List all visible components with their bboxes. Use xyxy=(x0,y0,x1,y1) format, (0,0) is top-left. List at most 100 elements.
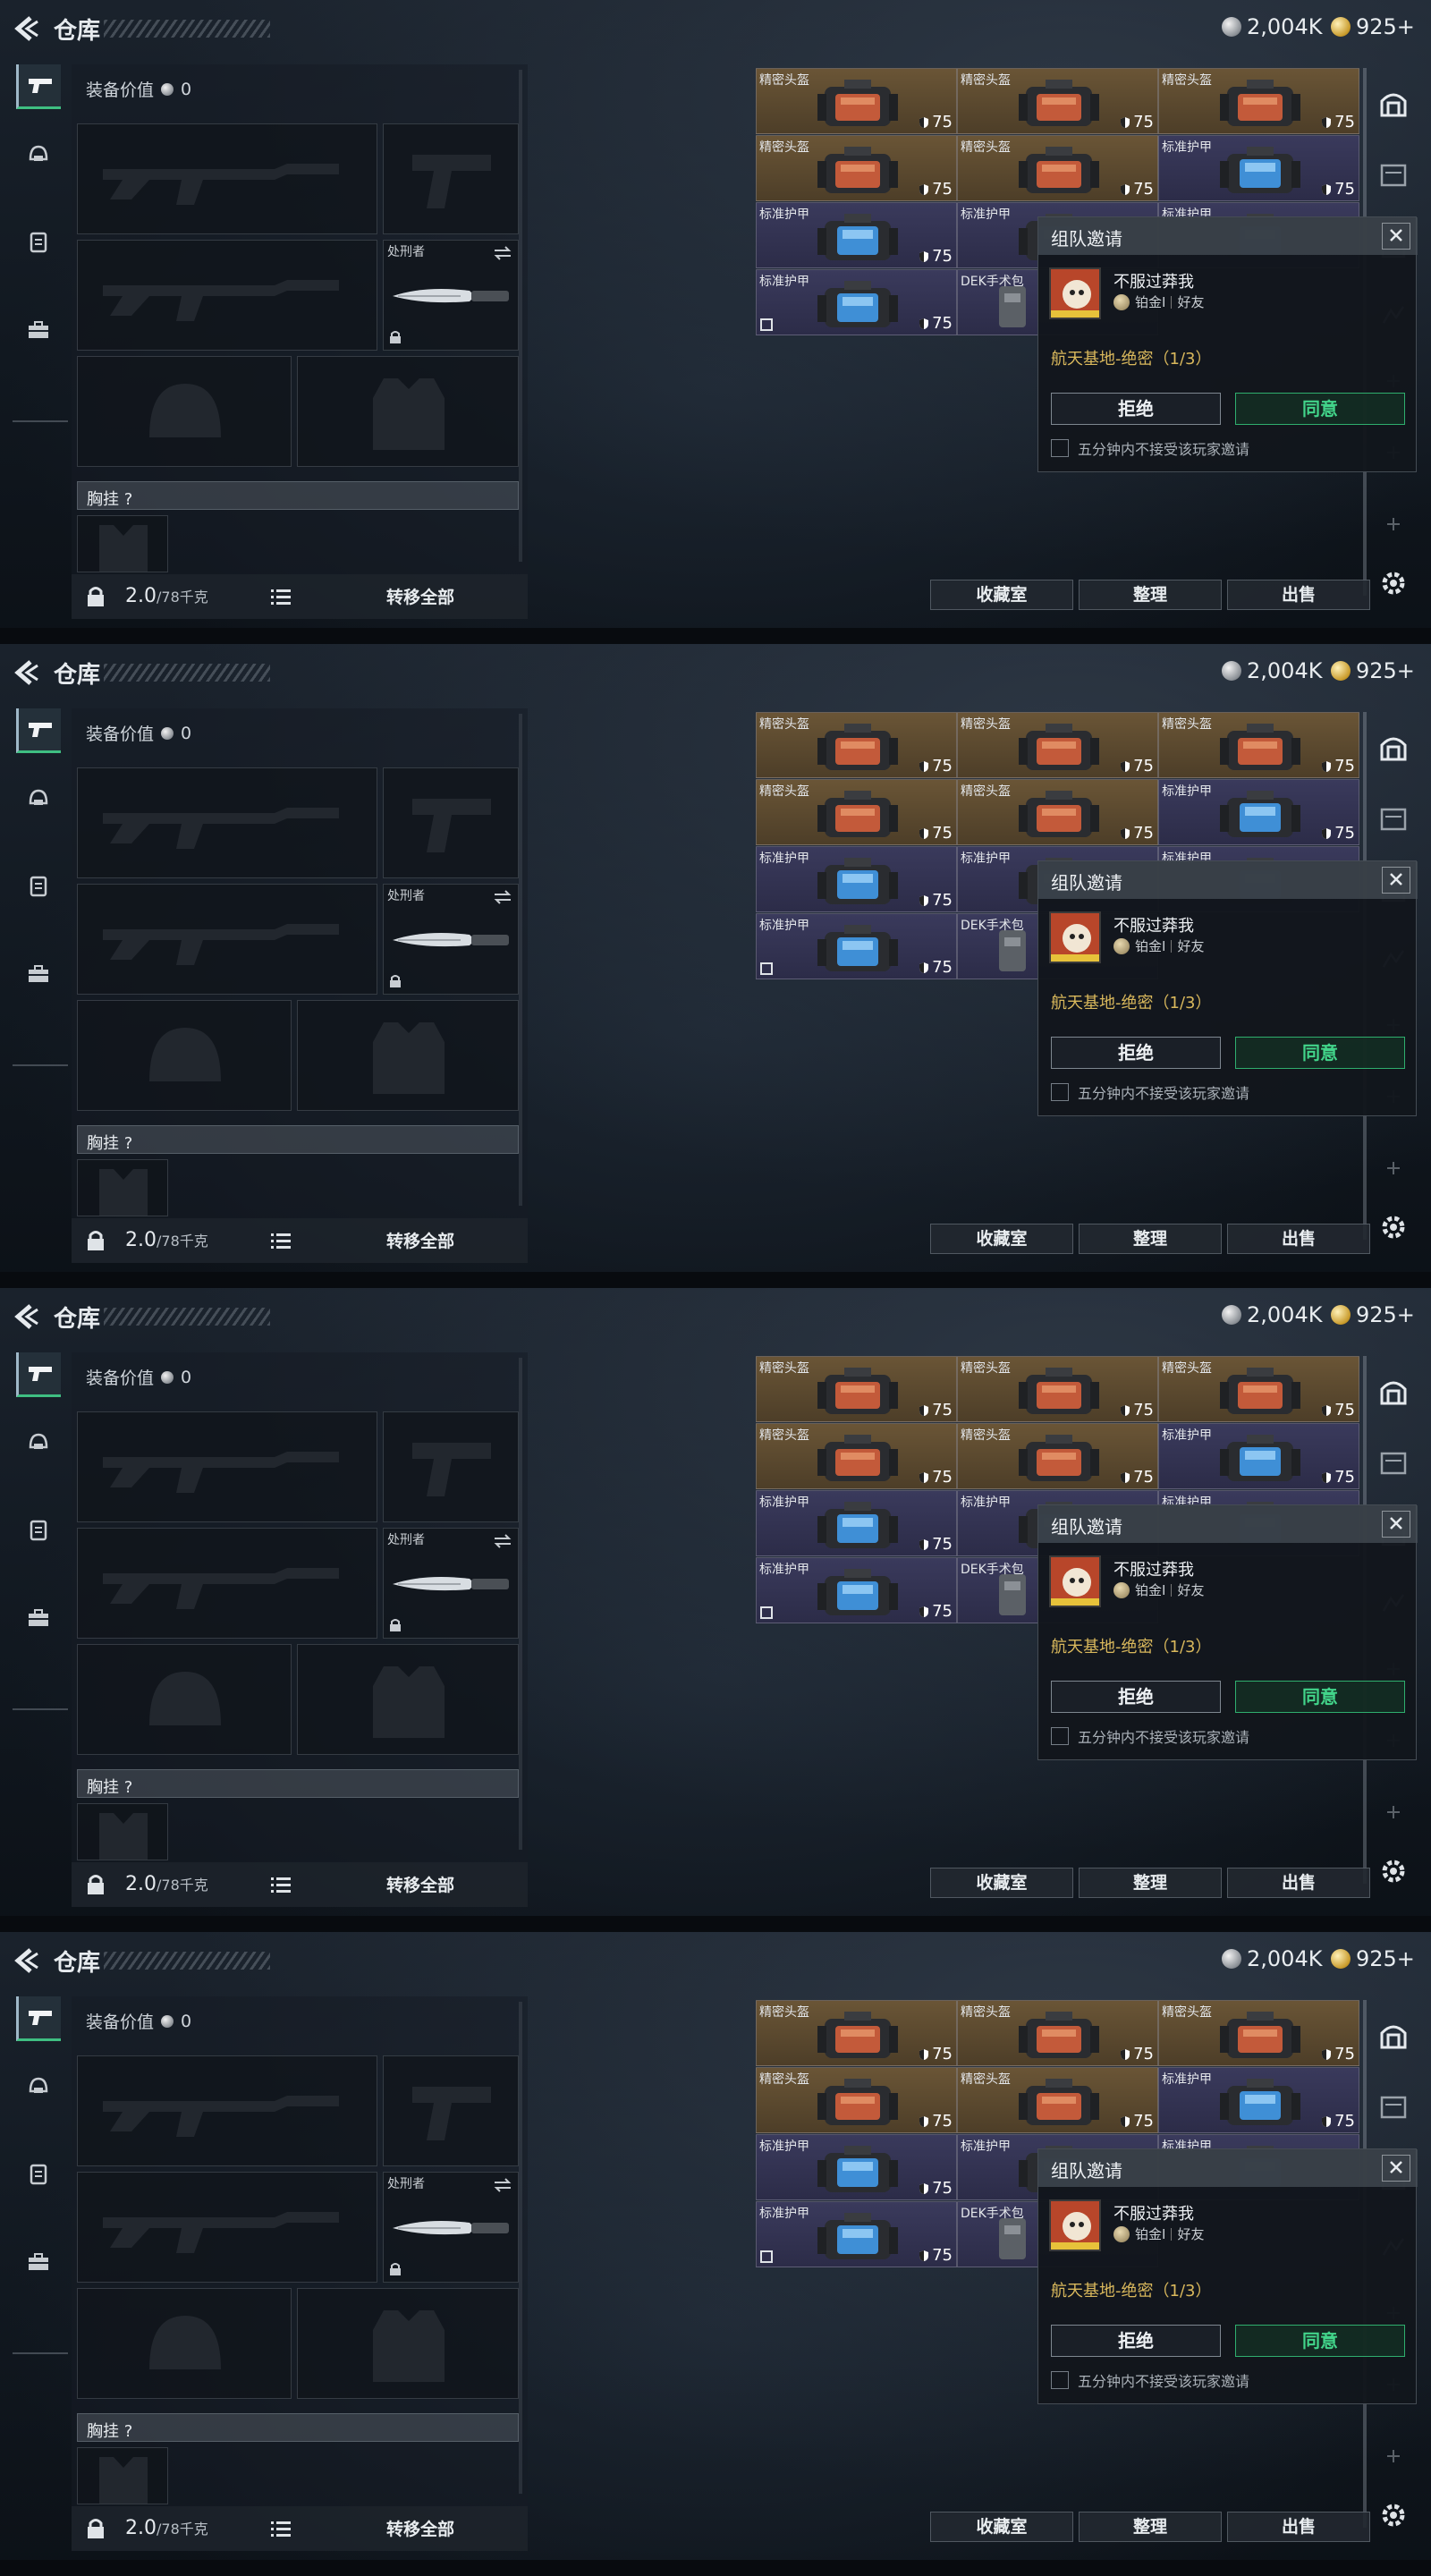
gold-currency[interactable]: 925+ xyxy=(1331,1302,1415,1327)
accept-button[interactable]: 同意 xyxy=(1235,393,1405,425)
melee-slot[interactable]: 处刑者 xyxy=(383,240,519,351)
sell-button[interactable]: 出售 xyxy=(1227,1868,1370,1898)
storage-item[interactable]: 精密头盔 75 xyxy=(1158,1356,1359,1422)
storage-item[interactable]: 精密头盔 75 xyxy=(957,1423,1158,1489)
storage-item[interactable]: 精密头盔 75 xyxy=(756,2067,957,2133)
reject-button[interactable]: 拒绝 xyxy=(1051,2325,1221,2357)
storage-item[interactable]: 标准护甲 75 xyxy=(1158,2067,1359,2133)
collection-button[interactable]: 收藏室 xyxy=(930,1868,1073,1898)
tab-armor[interactable] xyxy=(16,220,61,265)
swap-icon[interactable] xyxy=(493,1534,512,1548)
reject-button[interactable]: 拒绝 xyxy=(1051,1037,1221,1069)
tab-armor[interactable] xyxy=(16,864,61,909)
melee-slot[interactable]: 处刑者 xyxy=(383,2172,519,2283)
tab-armor[interactable] xyxy=(16,2152,61,2197)
storage-tab-7[interactable] xyxy=(1376,2438,1411,2474)
storage-item[interactable]: 精密头盔 75 xyxy=(1158,712,1359,778)
mute-checkbox[interactable] xyxy=(1051,1083,1069,1101)
chest-rig-slot[interactable] xyxy=(77,1159,168,1216)
gold-currency[interactable]: 925+ xyxy=(1331,658,1415,683)
tab-armor[interactable] xyxy=(16,1508,61,1553)
transfer-all-button[interactable]: 转移全部 xyxy=(322,2515,519,2544)
gear-icon[interactable] xyxy=(1377,1855,1410,1887)
helmet-slot[interactable] xyxy=(77,1644,292,1755)
gear-icon[interactable] xyxy=(1377,1211,1410,1243)
sidearm-slot[interactable] xyxy=(383,2055,519,2166)
sell-button[interactable]: 出售 xyxy=(1227,580,1370,610)
sidearm-slot[interactable] xyxy=(383,1411,519,1522)
tab-backpack[interactable] xyxy=(16,308,61,352)
gear-icon[interactable] xyxy=(1377,2499,1410,2531)
mute-invites-option[interactable]: 五分钟内不接受该玩家邀请 xyxy=(1051,1081,1249,1103)
tab-helmet[interactable] xyxy=(16,132,61,177)
tab-weapons[interactable] xyxy=(16,708,61,753)
storage-item[interactable]: 精密头盔 75 xyxy=(957,68,1158,134)
list-icon[interactable] xyxy=(270,2519,292,2538)
storage-tab-2[interactable] xyxy=(1376,801,1411,837)
storage-tab-2[interactable] xyxy=(1376,2089,1411,2125)
storage-item[interactable]: 标准护甲 75 xyxy=(756,1557,957,1623)
silver-currency[interactable]: 2,004K xyxy=(1222,1946,1322,1971)
avatar[interactable] xyxy=(1049,267,1101,319)
storage-tab-7[interactable] xyxy=(1376,1150,1411,1186)
sort-button[interactable]: 整理 xyxy=(1079,580,1222,610)
chest-rig-slot[interactable] xyxy=(77,2447,168,2504)
storage-item[interactable]: 精密头盔 75 xyxy=(756,2000,957,2066)
helmet-slot[interactable] xyxy=(77,356,292,467)
storage-item[interactable]: 标准护甲 75 xyxy=(756,2134,957,2200)
collection-button[interactable]: 收藏室 xyxy=(930,580,1073,610)
melee-slot[interactable]: 处刑者 xyxy=(383,884,519,995)
helmet-slot[interactable] xyxy=(77,2288,292,2399)
mute-checkbox[interactable] xyxy=(1051,439,1069,457)
tab-weapons[interactable] xyxy=(16,64,61,109)
primary-weapon-slot[interactable] xyxy=(77,1411,377,1522)
silver-currency[interactable]: 2,004K xyxy=(1222,14,1322,39)
mute-checkbox[interactable] xyxy=(1051,2371,1069,2389)
storage-item[interactable]: 精密头盔 75 xyxy=(756,1356,957,1422)
gold-currency[interactable]: 925+ xyxy=(1331,14,1415,39)
storage-item[interactable]: 精密头盔 75 xyxy=(957,712,1158,778)
armor-slot[interactable] xyxy=(297,1644,519,1755)
tab-weapons[interactable] xyxy=(16,1996,61,2041)
collection-button[interactable]: 收藏室 xyxy=(930,1224,1073,1254)
storage-item[interactable]: 标准护甲 75 xyxy=(756,846,957,912)
storage-tab-vault[interactable] xyxy=(1376,2018,1411,2054)
chest-rig-slot[interactable] xyxy=(77,515,168,572)
silver-currency[interactable]: 2,004K xyxy=(1222,1302,1322,1327)
storage-tab-7[interactable] xyxy=(1376,1794,1411,1830)
storage-item[interactable]: 精密头盔 75 xyxy=(756,68,957,134)
sort-button[interactable]: 整理 xyxy=(1079,2512,1222,2542)
sort-button[interactable]: 整理 xyxy=(1079,1224,1222,1254)
secondary-weapon-slot[interactable] xyxy=(77,2172,377,2283)
list-icon[interactable] xyxy=(270,1875,292,1894)
close-button[interactable] xyxy=(1382,2155,1410,2182)
storage-tab-2[interactable] xyxy=(1376,1445,1411,1481)
sort-button[interactable]: 整理 xyxy=(1079,1868,1222,1898)
tab-helmet[interactable] xyxy=(16,776,61,821)
avatar[interactable] xyxy=(1049,1555,1101,1607)
close-button[interactable] xyxy=(1382,223,1410,250)
primary-weapon-slot[interactable] xyxy=(77,123,377,234)
tab-backpack[interactable] xyxy=(16,1596,61,1640)
accept-button[interactable]: 同意 xyxy=(1235,1681,1405,1713)
storage-item[interactable]: 精密头盔 75 xyxy=(1158,68,1359,134)
close-button[interactable] xyxy=(1382,867,1410,894)
storage-item[interactable]: 标准护甲 75 xyxy=(1158,1423,1359,1489)
chest-rig-header[interactable]: 胸挂 ? xyxy=(77,481,519,510)
reject-button[interactable]: 拒绝 xyxy=(1051,393,1221,425)
sell-button[interactable]: 出售 xyxy=(1227,1224,1370,1254)
avatar[interactable] xyxy=(1049,2199,1101,2251)
reject-button[interactable]: 拒绝 xyxy=(1051,1681,1221,1713)
melee-slot[interactable]: 处刑者 xyxy=(383,1528,519,1639)
storage-item[interactable]: 精密头盔 75 xyxy=(756,712,957,778)
storage-item[interactable]: 精密头盔 75 xyxy=(756,779,957,845)
swap-icon[interactable] xyxy=(493,2178,512,2192)
tab-weapons[interactable] xyxy=(16,1352,61,1397)
primary-weapon-slot[interactable] xyxy=(77,767,377,878)
storage-item[interactable]: 精密头盔 75 xyxy=(957,2067,1158,2133)
secondary-weapon-slot[interactable] xyxy=(77,884,377,995)
accept-button[interactable]: 同意 xyxy=(1235,1037,1405,1069)
chest-rig-header[interactable]: 胸挂 ? xyxy=(77,1769,519,1798)
transfer-all-button[interactable]: 转移全部 xyxy=(322,1227,519,1256)
chest-rig-header[interactable]: 胸挂 ? xyxy=(77,1125,519,1154)
